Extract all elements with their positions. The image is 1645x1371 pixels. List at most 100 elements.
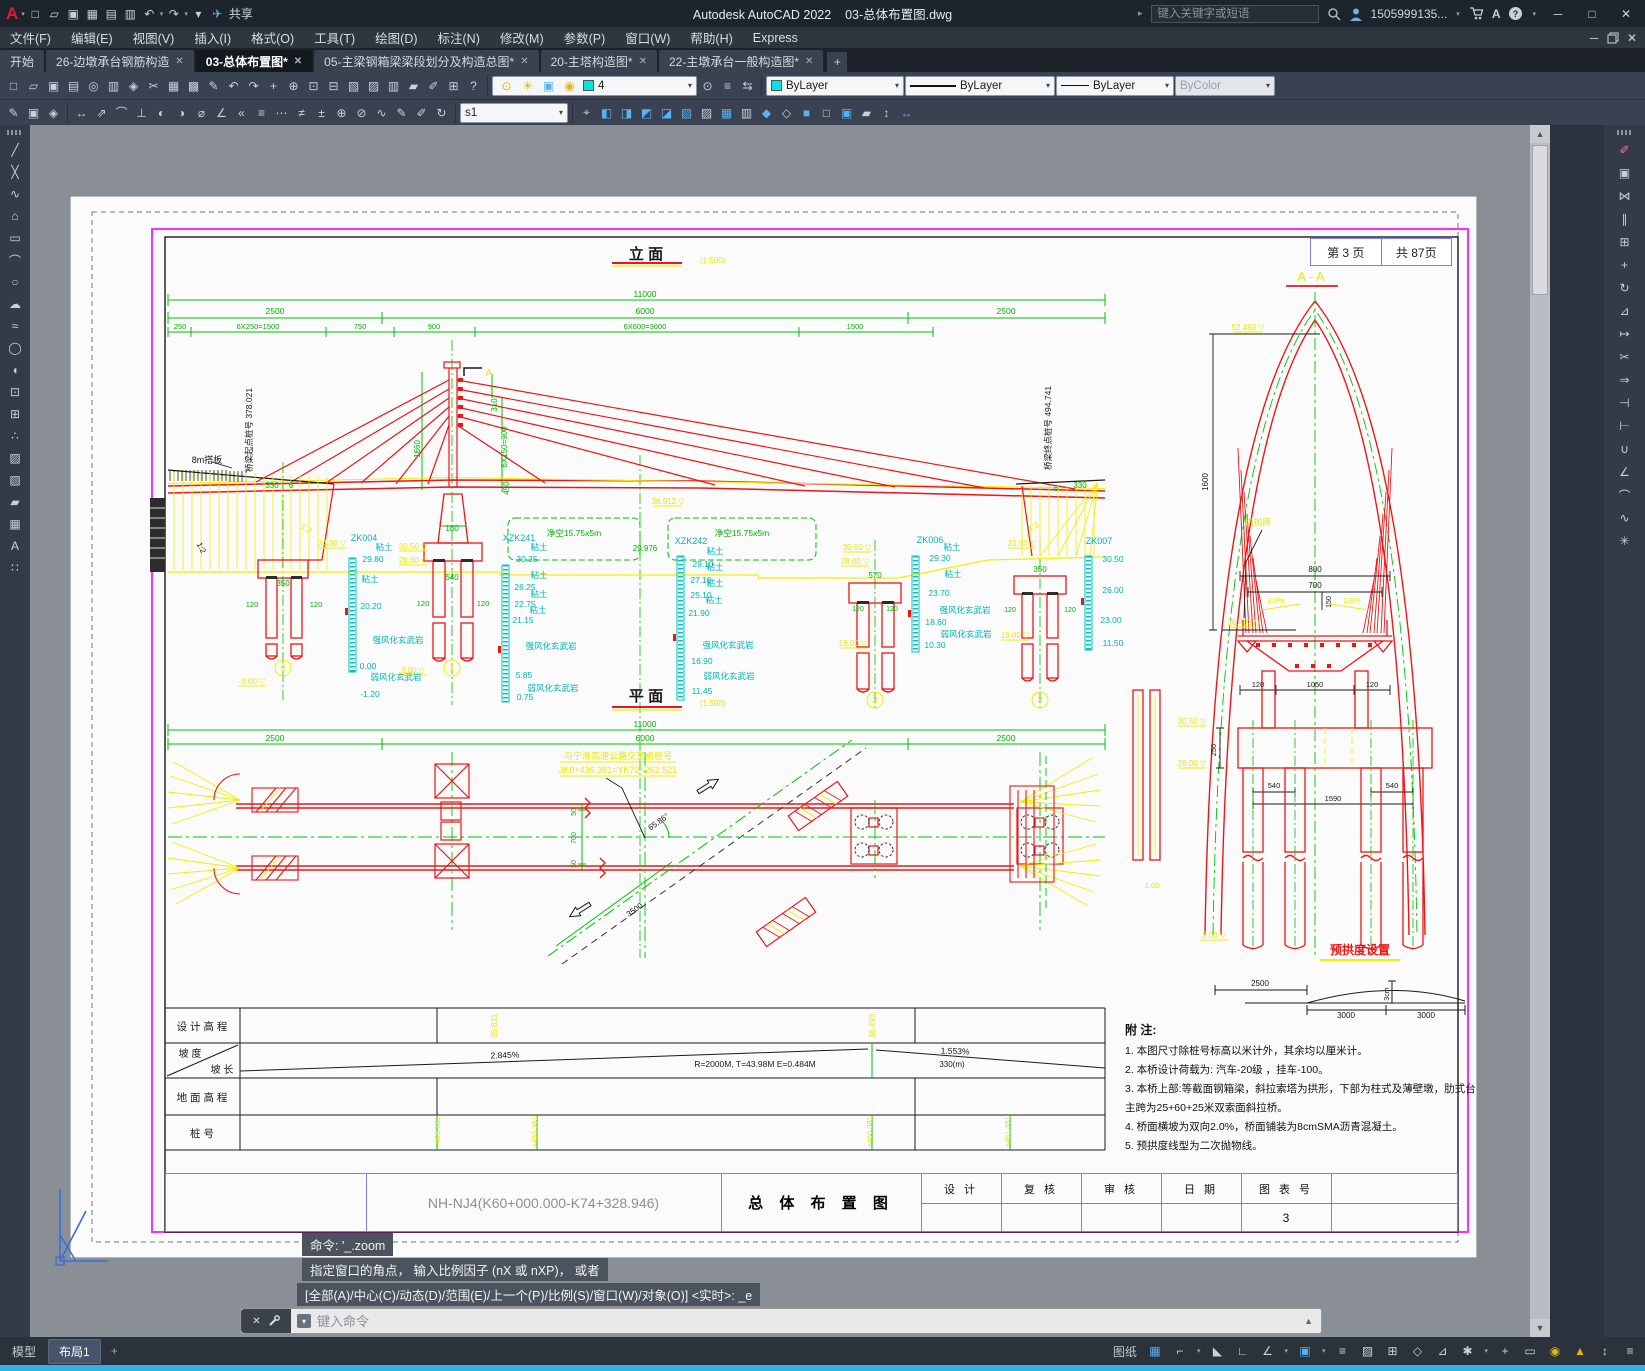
zoom-realtime-icon[interactable]: ⊕ [284,76,303,95]
paper-space-label[interactable]: 图纸 [1113,1343,1137,1360]
circle-icon[interactable]: ○ [5,272,25,292]
draworder-back-icon[interactable]: ◨ [617,103,636,122]
lineweight-icon[interactable]: ≡ [1333,1342,1351,1360]
dim-diameter-icon[interactable]: ⌀ [192,103,211,122]
line-icon[interactable]: ╱ [5,140,25,160]
layer-previous-icon[interactable]: ⊙ [698,76,717,95]
new-layout-button[interactable]: + [101,1344,128,1358]
print-icon[interactable]: ▤ [64,76,83,95]
insert-block-icon[interactable]: ⊡ [5,382,25,402]
layer-translate-icon[interactable]: ⇆ [738,76,757,95]
style-icon[interactable]: ▣ [24,103,43,122]
layer-viewport-icon[interactable]: ▣ [539,76,558,95]
hatch-tool-icon[interactable]: ▥ [737,103,756,122]
rotate-icon[interactable]: ↻ [1615,278,1635,298]
move-tool-icon[interactable]: ◩ [637,103,656,122]
ungroup-tool-icon[interactable]: □ [817,103,836,122]
dim-continue-icon[interactable]: ⋯ [272,103,291,122]
workspace-gear-icon-caret[interactable]: ▾ [1484,1347,1488,1355]
plot-preview-icon[interactable]: ◎ [84,76,103,95]
order-across-icon[interactable]: ↔ [897,103,916,122]
customize-icon[interactable]: ≡ [1621,1342,1639,1360]
dim-inspect-icon[interactable]: ⊘ [352,103,371,122]
dim-radius-icon[interactable]: ◐ [152,103,171,122]
search-input[interactable] [1150,4,1319,23]
undo-icon[interactable]: ↶ [140,4,159,23]
mledit-icon[interactable]: ✎ [4,103,23,122]
scale-icon[interactable]: ⊿ [1615,301,1635,321]
layer-on-bulb-icon[interactable]: ⊙ [497,76,516,95]
layer-combo-caret-icon[interactable]: ▾ [688,81,692,90]
trim-tool-icon[interactable]: ▦ [717,103,736,122]
mtext-icon[interactable]: A [5,536,25,556]
make-block-icon[interactable]: ⊞ [5,404,25,424]
3d-osnap-icon[interactable]: ◇ [1408,1342,1426,1360]
tab-close-icon[interactable]: ✕ [639,56,647,67]
dim-linear-icon[interactable]: ↔ [72,103,91,122]
menu-item[interactable]: 文件(F) [0,27,61,48]
new-tab-button[interactable]: + [827,52,848,72]
sheet-set-icon[interactable]: ▰ [404,76,423,95]
logo-caret-icon[interactable]: ▾ [21,10,25,18]
account-caret-icon[interactable]: ▾ [1456,10,1460,18]
rotate-tool-icon[interactable]: ▧ [677,103,696,122]
layer-thaw-sun-icon[interactable]: ☀ [518,76,537,95]
open-folder-icon[interactable]: ▱ [45,4,64,23]
clean-screen-icon[interactable]: ↕ [1596,1342,1614,1360]
linetype-control-combo[interactable]: ByLayer ▾ [905,75,1055,96]
copy-icon[interactable]: ▦ [164,76,183,95]
tab-close-icon[interactable]: ✕ [520,56,528,67]
doc-close-button[interactable]: ✕ [1623,28,1641,48]
file-tab[interactable]: 26-边墩承台钢筋构造 ✕ [46,50,194,72]
dim-textedit-icon[interactable]: ✐ [412,103,431,122]
redo-icon[interactable]: ↷ [164,4,183,23]
menu-item[interactable]: 视图(V) [123,27,185,48]
scrollbar-thumb[interactable] [1532,145,1548,295]
copy-tool-icon[interactable]: ◪ [657,103,676,122]
xref-tool-icon[interactable]: ◇ [777,103,796,122]
plot-icon[interactable]: ▥ [104,76,123,95]
osnap-icon[interactable]: ▣ [1296,1342,1314,1360]
plot-icon[interactable]: ▤ [102,4,121,23]
erase-icon[interactable]: ✐ [1615,140,1635,160]
tolerance-icon[interactable]: ± [312,103,331,122]
zoom-previous-icon[interactable]: ⊟ [324,76,343,95]
transparency-icon[interactable]: ▨ [1358,1342,1376,1360]
menu-item[interactable]: 工具(T) [304,27,365,48]
command-line-bar[interactable]: ✕ ▾ ▲ [240,1308,1322,1334]
new-file-icon[interactable]: □ [4,76,23,95]
grid-icon[interactable]: ▦ [1146,1342,1164,1360]
print-icon[interactable]: ▥ [121,4,140,23]
dim-aligned-icon[interactable]: ⇗ [92,103,111,122]
isolate-tool-icon[interactable]: ▣ [837,103,856,122]
doc-restore-button[interactable] [1607,32,1619,44]
dim-update-icon[interactable]: ↻ [432,103,451,122]
undo-icon-caret[interactable]: ▾ [160,10,164,18]
command-expand-icon[interactable]: ▲ [1304,1316,1321,1326]
workspace-gear-icon[interactable]: ✱ [1458,1342,1476,1360]
join-icon[interactable]: ∪ [1615,439,1635,459]
array-icon[interactable]: ⊞ [1615,232,1635,252]
toolbar-grip[interactable] [7,130,23,135]
close-cli-icon[interactable]: ✕ [252,1316,260,1327]
markup-icon[interactable]: ✐ [424,76,443,95]
autocad-logo-icon[interactable]: A [6,4,18,24]
plotstyle-control-combo[interactable]: ByColor ▾ [1175,75,1275,96]
properties-icon[interactable]: ▧ [344,76,363,95]
revision-cloud-icon[interactable]: ☁ [5,294,25,314]
mirror-icon[interactable]: ⋈ [1615,186,1635,206]
isolate-objects-icon[interactable]: ◉ [1546,1342,1564,1360]
account-name[interactable]: 1505999135... [1371,7,1448,21]
close-button[interactable]: ✕ [1613,4,1639,24]
tool-palettes-icon[interactable]: ▥ [384,76,403,95]
layout1-tab[interactable]: 布局1 [48,1338,101,1364]
blend-icon[interactable]: ∿ [1615,508,1635,528]
ortho-icon[interactable]: ∟ [1233,1342,1251,1360]
order-up-icon[interactable]: ↕ [877,103,896,122]
dim-style-combo[interactable]: s1 ▾ [460,102,568,123]
drawing-canvas-area[interactable]: 立 面 (1:500) 11000 2500 6000 2500 250 6X250=1500… [30,125,1530,1337]
polar-tracking-icon[interactable]: ∠ [1258,1342,1276,1360]
minimize-button[interactable]: ─ [1545,4,1571,24]
open-folder-icon[interactable]: ▱ [24,76,43,95]
dim-edit-icon[interactable]: ✎ [392,103,411,122]
